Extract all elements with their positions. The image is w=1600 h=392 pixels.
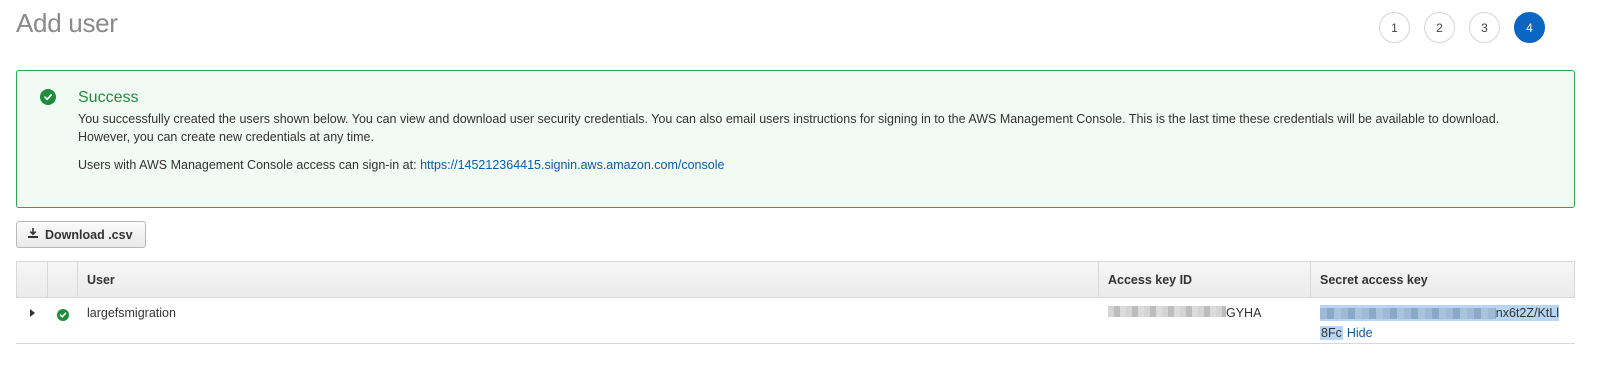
signin-info: Users with AWS Management Console access… <box>78 158 724 172</box>
hide-secret-link[interactable]: Hide <box>1347 326 1373 340</box>
access-key-id-cell: GYHA <box>1099 298 1311 343</box>
secret-key-visible-line2: 8Fc <box>1320 326 1343 340</box>
access-key-id-visible: GYHA <box>1226 306 1262 320</box>
expand-caret-icon[interactable] <box>29 309 35 317</box>
table-header: User Access key ID Secret access key <box>16 261 1575 298</box>
secret-key-selected-text: nx6t2Z/KtLl <box>1320 305 1559 321</box>
step-2[interactable]: 2 <box>1424 12 1455 43</box>
secret-access-key-cell: nx6t2Z/KtLl 8Fc Hide <box>1311 298 1575 343</box>
step-3[interactable]: 3 <box>1469 12 1500 43</box>
secret-key-line2: 8Fc Hide <box>1320 326 1575 340</box>
credentials-table: User Access key ID Secret access key lar… <box>16 261 1575 344</box>
row-expand-cell <box>16 298 48 343</box>
step-1[interactable]: 1 <box>1379 12 1410 43</box>
console-signin-link[interactable]: https://145212364415.signin.aws.amazon.c… <box>420 158 724 172</box>
column-header-access-key-id[interactable]: Access key ID <box>1099 262 1311 297</box>
column-header-status <box>48 262 78 297</box>
table-row: largefsmigration GYHA nx6t2Z/KtLl 8Fc Hi… <box>16 298 1575 344</box>
wizard-steps: 1 2 3 4 <box>1379 12 1545 43</box>
success-check-icon <box>57 309 69 321</box>
download-csv-button[interactable]: Download .csv <box>16 221 146 248</box>
column-header-secret-access-key[interactable]: Secret access key <box>1311 262 1574 297</box>
alert-title: Success <box>78 89 139 106</box>
signin-prefix: Users with AWS Management Console access… <box>78 158 417 172</box>
alert-message: You successfully created the users shown… <box>78 112 1500 144</box>
page-title: Add user <box>16 8 118 38</box>
download-icon <box>27 227 39 242</box>
redacted-blur <box>1320 307 1496 319</box>
success-check-icon <box>40 89 56 105</box>
step-4-active[interactable]: 4 <box>1514 12 1545 43</box>
redacted-blur <box>1108 306 1226 317</box>
success-alert: Success You successfully created the use… <box>16 70 1575 208</box>
user-name-cell: largefsmigration <box>87 306 176 320</box>
column-header-expand <box>17 262 48 297</box>
download-csv-label: Download .csv <box>45 227 133 242</box>
row-status-cell <box>48 298 78 343</box>
secret-key-visible-line1: nx6t2Z/KtLl <box>1495 306 1559 320</box>
column-header-user[interactable]: User <box>78 262 1099 297</box>
